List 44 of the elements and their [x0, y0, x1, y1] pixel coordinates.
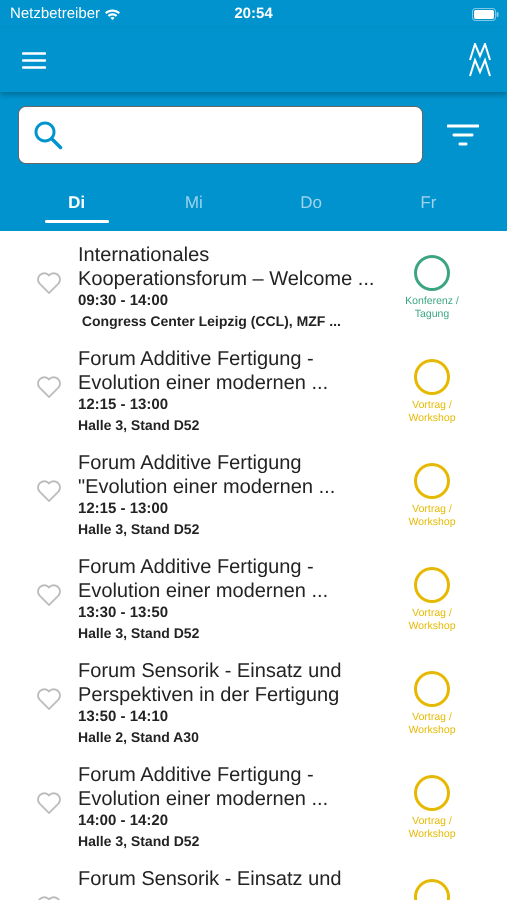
event-title: Forum Additive Fertigung - Evolution einer modernen ... [78, 554, 330, 602]
event-title: Forum Additive Fertigung "Evolution einer modernen ... [78, 450, 336, 498]
event-location: Halle 3, Stand D52 [78, 520, 200, 538]
heart-icon[interactable] [36, 582, 62, 606]
category-label: Vortrag / Workshop [407, 606, 457, 632]
day-tab[interactable]: Do [252, 186, 370, 230]
event-location: Halle 2, Stand A30 [78, 728, 200, 746]
carrier-name: Netzbetreiber [10, 4, 100, 24]
event-location: Congress Center Leipzig (CCL), MZF ... [80, 312, 342, 330]
menu-icon[interactable] [22, 52, 46, 68]
heart-icon[interactable] [36, 270, 62, 294]
event-title: Internationales Kooperationsforum – Welcome ... [78, 242, 376, 290]
event-title: Forum Sensorik - Einsatz und Perspektiven in der Fertigung [78, 658, 342, 706]
event-time: 14:00 - 14:20 [78, 810, 170, 830]
event-time: 12:15 - 13:00 [78, 394, 170, 414]
event-location: Halle 3, Stand D52 [78, 416, 200, 434]
event-time: 13:30 - 13:50 [78, 602, 170, 622]
day-tab[interactable]: Fr [370, 186, 487, 230]
heart-icon[interactable] [36, 686, 62, 710]
category-label: Vortrag / Workshop [407, 814, 457, 840]
category-label: Vortrag / Workshop [407, 398, 457, 424]
event-title: Forum Sensorik - Einsatz und [78, 866, 342, 890]
heart-icon[interactable] [36, 478, 62, 502]
event-title: Forum Additive Fertigung - Evolution einer modernen ... [78, 346, 330, 394]
event-time: 13:50 - 14:10 [78, 706, 170, 726]
heart-icon[interactable] [36, 374, 62, 398]
category-label: Vortrag / Workshop [407, 502, 457, 528]
event-time: 12:15 - 13:00 [78, 498, 170, 518]
heart-icon[interactable] [36, 790, 62, 814]
filter-icon[interactable] [447, 124, 479, 146]
day-tab[interactable]: Di [18, 186, 136, 230]
search-field[interactable] [18, 106, 423, 164]
battery-icon [472, 8, 499, 20]
category-label: Vortrag / Workshop [407, 710, 457, 736]
event-location: Halle 3, Stand D52 [78, 832, 200, 850]
clock-time: 20:54 [234, 4, 273, 24]
event-location: Halle 3, Stand D52 [78, 624, 200, 642]
wifi-icon [104, 8, 122, 20]
category-label: Konferenz / Tagung [404, 294, 460, 320]
search-icon [33, 120, 63, 150]
event-title: Forum Additive Fertigung - Evolution einer modernen ... [78, 762, 330, 810]
day-tab[interactable]: Mi [135, 186, 252, 230]
event-time: 09:30 - 14:00 [78, 290, 170, 310]
logo-icon [469, 43, 491, 77]
